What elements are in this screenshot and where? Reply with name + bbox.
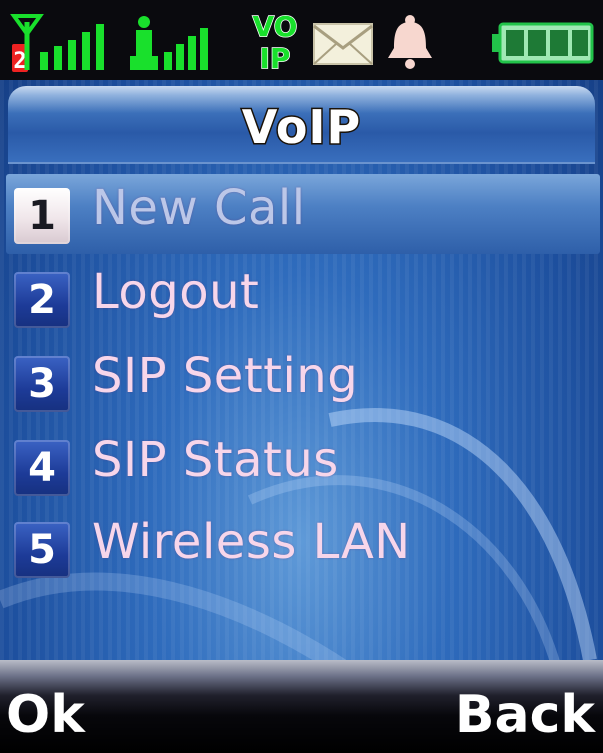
menu-item-sip-setting[interactable]: 3 SIP Setting: [6, 342, 600, 422]
menu-item-label: Logout: [92, 264, 260, 320]
ok-softkey[interactable]: Ok: [6, 685, 85, 745]
menu-item-label: New Call: [92, 180, 306, 236]
voip-icon: VO IP: [252, 9, 298, 74]
menu-item-sip-status[interactable]: 4 SIP Status: [6, 426, 600, 506]
message-envelope-icon: [313, 23, 373, 65]
page-title: VoIP: [240, 99, 362, 156]
menu-item-number: 2: [14, 272, 70, 328]
signal-strength-icon: 2: [10, 14, 104, 74]
menu-item-label: Wireless LAN: [92, 514, 411, 570]
menu-item-number: 5: [14, 522, 70, 578]
title-bar: VoIP: [8, 86, 595, 164]
menu-item-logout[interactable]: 2 Logout: [6, 258, 600, 338]
menu-item-wireless-lan[interactable]: 5 Wireless LAN: [6, 508, 600, 588]
back-softkey[interactable]: Back: [455, 685, 595, 745]
phone-screen: 2 VO IP VoIP 1 New Call 2 Logout 3 SIP S…: [0, 0, 603, 753]
alarm-bell-icon: [388, 15, 432, 69]
menu-item-new-call[interactable]: 1 New Call: [6, 174, 600, 254]
wifi-signal-icon: [130, 16, 208, 70]
menu-item-number: 3: [14, 356, 70, 412]
battery-icon: [492, 22, 594, 64]
menu-item-number: 4: [14, 440, 70, 496]
menu-item-number: 1: [14, 188, 70, 244]
status-bar: 2 VO IP: [0, 0, 603, 80]
menu-item-label: SIP Setting: [92, 348, 359, 404]
softkey-bar: Ok Back: [0, 660, 603, 753]
menu-item-label: SIP Status: [92, 432, 339, 488]
voip-badge-bottom: IP: [260, 42, 291, 74]
voip-badge-top: VO: [253, 10, 298, 43]
